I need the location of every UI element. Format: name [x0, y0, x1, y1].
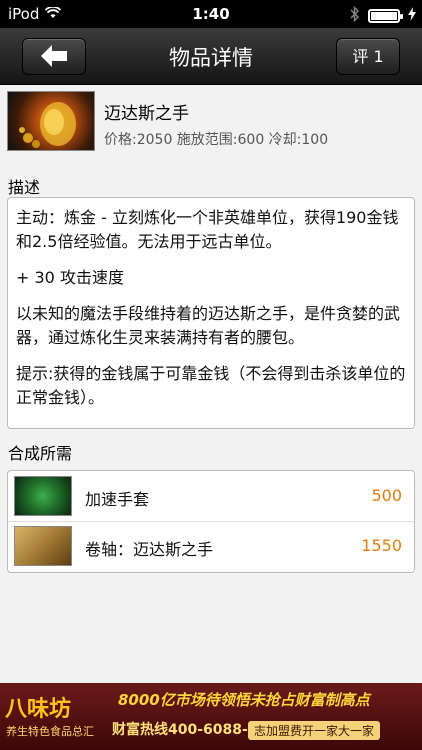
battery-icon	[368, 9, 403, 23]
bluetooth-icon	[350, 5, 360, 26]
description-tip: 提示:获得的金钱属于可靠金钱（不会得到击杀该单位的正常金钱）。	[16, 364, 406, 407]
ad-headline: 8000亿市场待领悟未抢占财富制高点	[118, 691, 370, 709]
rate-button[interactable]: 评 1	[336, 38, 400, 75]
recipe-item-price: 1550	[361, 536, 402, 555]
gloves-of-haste-icon	[14, 476, 72, 516]
ad-banner[interactable]: 八味坊 养生特色食品总汇 8000亿市场待领悟未抢占财富制高点 财富热线400-…	[0, 683, 422, 750]
recipe-list: 加速手套 500 卷轴：迈达斯之手 1550	[7, 470, 415, 573]
charging-icon	[408, 7, 416, 25]
ad-logo: 八味坊	[5, 697, 72, 722]
status-bar: iPod 1:40	[0, 0, 422, 28]
recipe-item[interactable]: 加速手套 500	[8, 471, 414, 522]
recipe-item-price: 500	[371, 486, 402, 505]
item-image	[7, 91, 95, 151]
status-right	[350, 5, 416, 26]
ad-tagline: 志加盟费开一家大一家	[248, 721, 381, 740]
description-heading: 描述	[8, 178, 41, 197]
item-name: 迈达斯之手	[104, 104, 189, 124]
description-lore: 以未知的魔法手段维持着的迈达斯之手，是件贪婪的武器，通过炼化生灵来装满持有者的腰…	[16, 304, 401, 347]
recipe-item-name: 卷轴：迈达斯之手	[85, 540, 214, 559]
description-bonus: + 30 攻击速度	[16, 268, 124, 287]
navigation-bar: 物品详情 评 1	[0, 28, 422, 85]
description-box: 主动：炼金 - 立刻炼化一个非英雄单位，获得190金钱和2.5倍经验值。无法用于…	[7, 197, 415, 429]
recipe-item-name: 加速手套	[85, 490, 150, 509]
item-stats: 价格:2050 施放范围:600 冷却:100	[104, 132, 329, 148]
recipe-scroll-icon	[14, 526, 72, 566]
recipe-heading: 合成所需	[8, 444, 73, 463]
recipe-item[interactable]: 卷轴：迈达斯之手 1550	[8, 521, 414, 571]
ad-subtitle: 养生特色食品总汇	[6, 725, 94, 738]
item-header: 迈达斯之手 价格:2050 施放范围:600 冷却:100	[7, 91, 415, 155]
description-active: 主动：炼金 - 立刻炼化一个非英雄单位，获得190金钱和2.5倍经验值。无法用于…	[16, 208, 399, 251]
